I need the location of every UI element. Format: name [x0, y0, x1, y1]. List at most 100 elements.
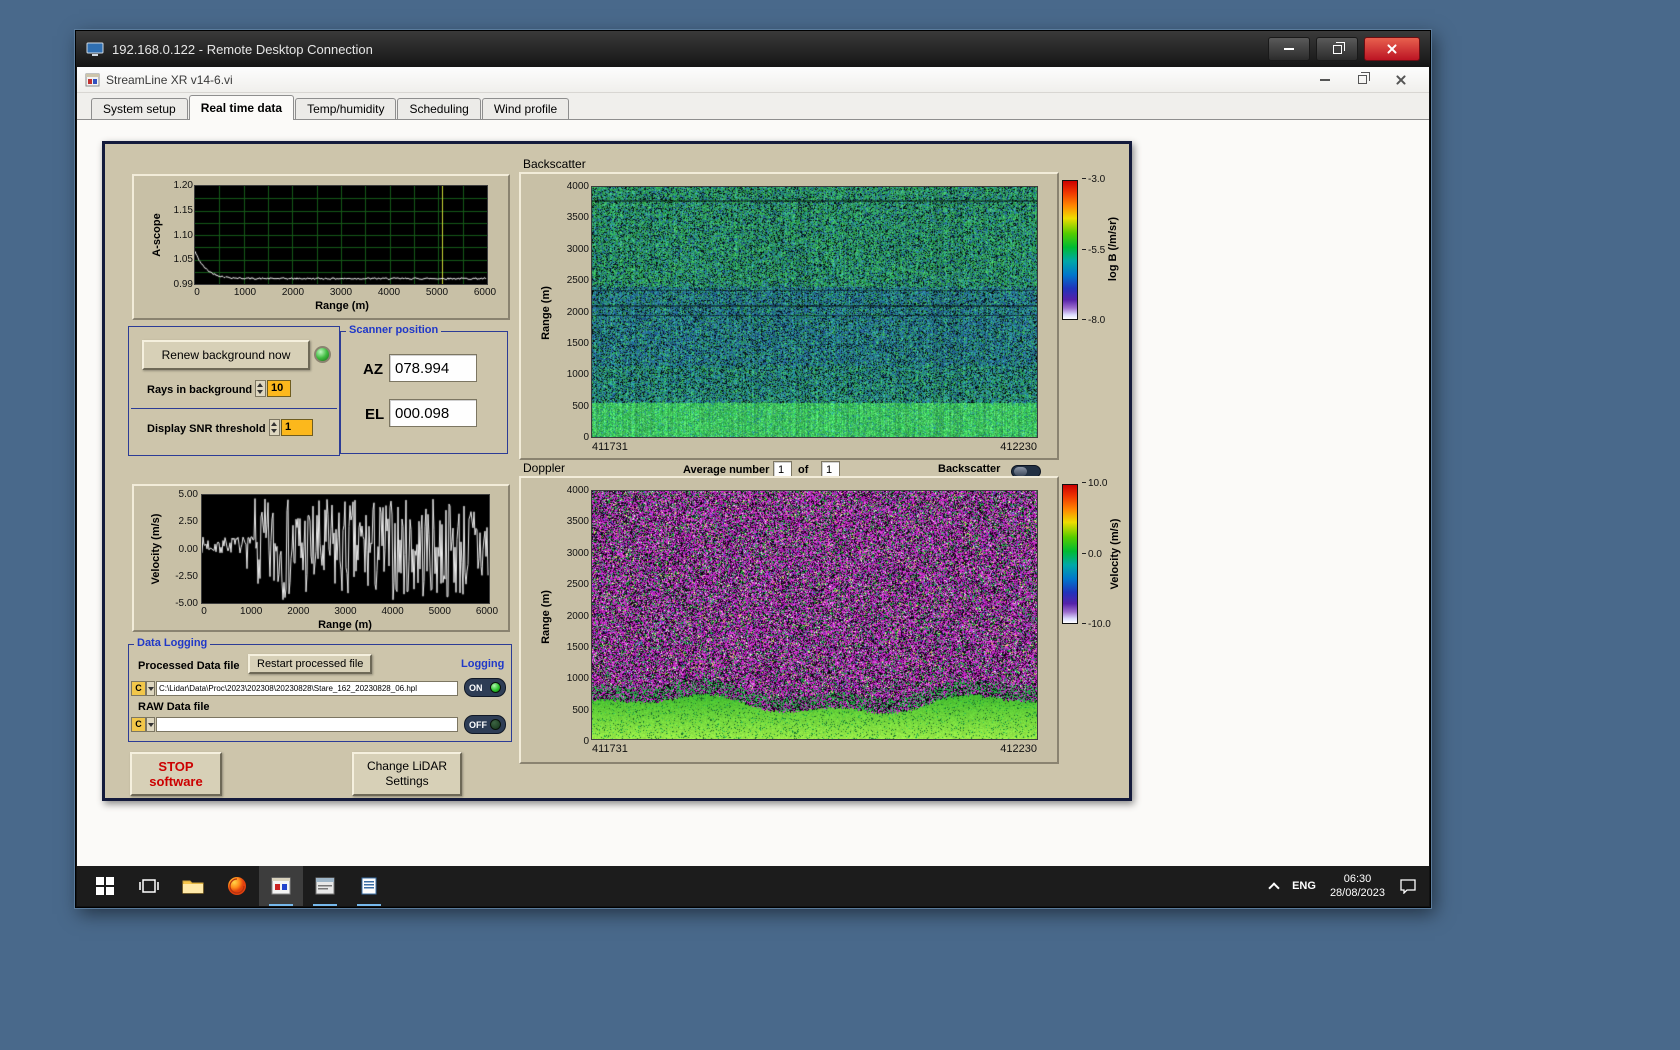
- stop-line2: software: [149, 774, 203, 789]
- scan-scheduler-icon: [315, 877, 335, 895]
- tick-label: 0: [201, 606, 207, 617]
- tray-date: 28/08/2023: [1329, 887, 1385, 899]
- ascope-x-ticks: 0 1000 2000 3000 4000 5000 6000: [179, 287, 503, 298]
- rays-spinner[interactable]: [255, 380, 266, 397]
- tick-label: 1000: [233, 287, 257, 298]
- tick-label: 3500: [566, 516, 589, 528]
- el-value-field: 000.098: [389, 399, 477, 427]
- app-close-icon[interactable]: [1395, 74, 1407, 86]
- firefox-button[interactable]: [215, 866, 259, 906]
- snr-value-field[interactable]: 1: [281, 419, 313, 436]
- raw-logging-led: [490, 719, 501, 730]
- task-view-button[interactable]: [127, 866, 171, 906]
- velocity-x-axis-label: Range (m): [318, 619, 372, 631]
- taskbar: ENG 06:30 28/08/2023: [77, 866, 1429, 906]
- file-explorer-button[interactable]: [171, 866, 215, 906]
- snr-threshold-label: Display SNR threshold: [147, 423, 266, 435]
- notification-icon[interactable]: [1399, 878, 1417, 894]
- rdp-minimize-button[interactable]: [1268, 37, 1310, 61]
- start-button[interactable]: [83, 866, 127, 906]
- restore-icon: [1332, 41, 1345, 54]
- app-content: A-scope 1.20 1.15 1.10 1.05 0.99 0 1000 2000 30…: [77, 120, 1429, 866]
- restart-processed-file-label: Restart processed file: [257, 658, 364, 670]
- doppler-heatmap: [591, 490, 1038, 740]
- rdp-title: 192.168.0.122 - Remote Desktop Connectio…: [112, 41, 373, 57]
- stop-line1: STOP: [158, 759, 194, 774]
- rdp-close-button[interactable]: [1364, 37, 1420, 61]
- tick-label: 1.20: [173, 180, 193, 191]
- tick-label: 3000: [566, 547, 589, 559]
- tab-temp-humidity[interactable]: Temp/humidity: [295, 98, 397, 119]
- tick-label: -10.0: [1082, 619, 1118, 630]
- processed-logging-state: ON: [469, 682, 483, 693]
- rdp-titlebar[interactable]: 192.168.0.122 - Remote Desktop Connectio…: [76, 31, 1430, 67]
- processed-path-field[interactable]: C:\Lidar\Data\Proc\2023\202308\20230828\…: [156, 681, 458, 696]
- tick-label: 500: [572, 400, 589, 412]
- rdp-restore-button[interactable]: [1316, 37, 1358, 61]
- tick-label: 1.05: [173, 254, 193, 266]
- tab-scheduling[interactable]: Scheduling: [397, 98, 481, 119]
- doppler-colorbar: [1062, 484, 1078, 624]
- az-value-field: 078.994: [389, 354, 477, 382]
- tick-label: 5000: [425, 287, 449, 298]
- tick-label: 1.15: [173, 204, 193, 216]
- doppler-frame: Range (m) 4000 3500 3000 2500 2000 1500 1000 50…: [519, 476, 1059, 764]
- raw-drive-selector[interactable]: C: [131, 717, 146, 732]
- raw-path-browse-icon[interactable]: [146, 717, 155, 732]
- tick-label: 0: [194, 287, 200, 298]
- data-logging-title: Data Logging: [134, 637, 211, 649]
- system-tray: ENG 06:30 28/08/2023: [1268, 866, 1429, 906]
- tick-label: 0.00: [178, 543, 198, 555]
- doppler-x-start: 411731: [592, 743, 628, 755]
- velocity-x-ticks: 0 1000 2000 3000 4000 5000 6000: [186, 606, 505, 617]
- backscatter-x-end: 412230: [1000, 441, 1037, 453]
- firefox-icon: [228, 877, 246, 895]
- tick-label: 0: [583, 736, 589, 747]
- tick-label: 1000: [566, 673, 589, 685]
- ascope-x-axis-label: Range (m): [315, 300, 369, 312]
- processed-data-file-label: Processed Data file: [138, 660, 240, 672]
- processed-path-browse-icon[interactable]: [146, 681, 155, 696]
- windows-logo-icon: [96, 877, 114, 895]
- raw-logging-toggle[interactable]: OFF: [464, 715, 506, 734]
- processed-logging-toggle[interactable]: ON: [464, 678, 506, 697]
- app-minimize-icon[interactable]: [1320, 78, 1330, 81]
- processed-drive-selector[interactable]: C: [131, 681, 146, 696]
- tray-time: 06:30: [1343, 873, 1372, 885]
- app-restore-icon[interactable]: [1358, 72, 1370, 84]
- app-title: StreamLine XR v14-6.vi: [106, 72, 233, 87]
- raw-path-field[interactable]: [156, 717, 458, 732]
- velocity-frame: Velocity (m/s) 5.00 2.50 0.00 -2.50 -5.00 01…: [132, 484, 510, 632]
- restart-processed-file-button[interactable]: Restart processed file: [248, 654, 373, 674]
- tick-label: 1000: [240, 606, 263, 617]
- tray-expand-icon[interactable]: [1268, 882, 1280, 894]
- tick-label: 3500: [566, 212, 589, 224]
- remote-desktop: StreamLine XR v14-6.vi System setup Real…: [77, 67, 1429, 906]
- tick-label: -3.0: [1082, 174, 1118, 185]
- rays-value-field[interactable]: 10: [267, 380, 291, 397]
- renew-background-button[interactable]: Renew background now: [142, 340, 310, 370]
- tick-label: 4000: [381, 606, 404, 617]
- taskbar-apps: [77, 866, 391, 906]
- language-indicator[interactable]: ENG: [1292, 880, 1316, 892]
- el-label: EL: [365, 406, 385, 423]
- tick-label: 5.00: [178, 489, 198, 500]
- streamline-app-button[interactable]: [259, 866, 303, 906]
- clock[interactable]: 06:30 28/08/2023: [1330, 872, 1385, 900]
- of-label: of: [798, 464, 809, 476]
- app-titlebar[interactable]: StreamLine XR v14-6.vi: [77, 67, 1429, 93]
- stop-software-button[interactable]: STOP software: [130, 752, 222, 796]
- rays-in-background-label: Rays in background: [147, 384, 253, 396]
- scanner-position-group: Scanner position AZ 078.994 EL 000.098: [340, 324, 508, 454]
- front-panel: A-scope 1.20 1.15 1.10 1.05 0.99 0 1000 2000 30…: [102, 141, 1132, 801]
- change-lidar-settings-button[interactable]: Change LiDAR Settings: [352, 752, 462, 796]
- scan-scheduler-button[interactable]: [303, 866, 347, 906]
- close-icon: [1386, 43, 1398, 55]
- tab-wind-profile[interactable]: Wind profile: [481, 98, 570, 119]
- document-app-button[interactable]: [347, 866, 391, 906]
- tick-label: 500: [572, 704, 589, 716]
- backscatter-x-start: 411731: [592, 441, 628, 453]
- tab-real-time-data[interactable]: Real time data: [188, 95, 295, 120]
- snr-spinner[interactable]: [269, 419, 280, 436]
- tab-system-setup[interactable]: System setup: [91, 98, 188, 119]
